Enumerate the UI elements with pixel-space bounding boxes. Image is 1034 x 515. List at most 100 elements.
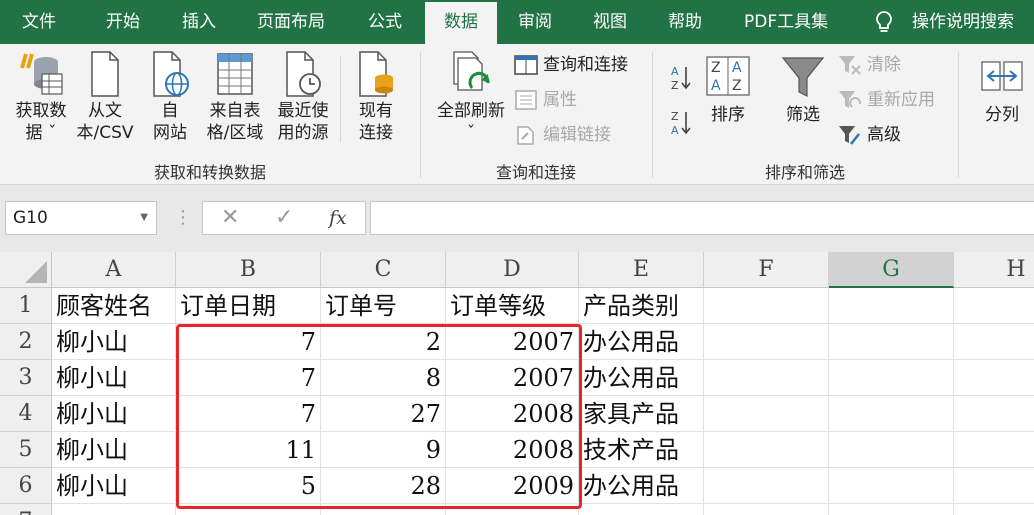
tab-insert[interactable]: 插入 — [182, 0, 216, 44]
cell-g7[interactable] — [829, 504, 954, 515]
edit-links-button[interactable]: 编辑链接 — [514, 124, 611, 146]
tab-page-layout[interactable]: 页面布局 — [257, 0, 325, 44]
sort-ascending-button[interactable]: A Z — [670, 64, 692, 92]
cell-h7[interactable] — [954, 504, 1034, 515]
from-table-range-button[interactable]: 来自表 格/区域 — [202, 50, 268, 144]
tab-file[interactable]: 文件 — [22, 0, 56, 44]
cell-d7[interactable] — [446, 504, 579, 515]
cell-h1[interactable] — [954, 288, 1034, 324]
text-to-columns-button[interactable]: 分列 — [974, 56, 1030, 126]
reapply-button[interactable]: 重新应用 — [838, 89, 935, 111]
cell-g6[interactable] — [829, 468, 954, 504]
cell-c5[interactable]: 9 — [321, 432, 446, 468]
cell-e4[interactable]: 家具产品 — [579, 396, 704, 432]
cell-d1[interactable]: 订单等级 — [446, 288, 579, 324]
cell-f2[interactable] — [704, 324, 829, 360]
tab-review[interactable]: 审阅 — [518, 0, 552, 44]
cell-e1[interactable]: 产品类别 — [579, 288, 704, 324]
cell-c4[interactable]: 27 — [321, 396, 446, 432]
cell-b3[interactable]: 7 — [176, 360, 321, 396]
cell-b5[interactable]: 11 — [176, 432, 321, 468]
column-header-g[interactable]: G — [829, 252, 954, 288]
cell-d3[interactable]: 2007 — [446, 360, 579, 396]
cancel-icon[interactable]: ✕ — [221, 202, 239, 234]
get-data-button[interactable]: 获取数 据 ˇ — [10, 50, 72, 144]
column-header-b[interactable]: B — [176, 252, 321, 288]
tell-me-search[interactable]: 操作说明搜索 — [912, 0, 1014, 44]
cell-h2[interactable] — [954, 324, 1034, 360]
cell-f7[interactable] — [704, 504, 829, 515]
tab-pdf-tools[interactable]: PDF工具集 — [744, 0, 828, 44]
sort-descending-button[interactable]: Z A — [670, 109, 692, 137]
cell-a5[interactable]: 柳小山 — [52, 432, 176, 468]
insert-function-icon[interactable]: fx — [329, 202, 347, 234]
cell-c1[interactable]: 订单号 — [321, 288, 446, 324]
row-header-1[interactable]: 1 — [0, 288, 52, 324]
cell-d2[interactable]: 2007 — [446, 324, 579, 360]
spreadsheet-grid[interactable]: A B C D E F G H 1 2 3 4 5 6 7 顾客姓名订单日期订单… — [0, 252, 1034, 515]
cell-g4[interactable] — [829, 396, 954, 432]
cell-h4[interactable] — [954, 396, 1034, 432]
clear-filter-button[interactable]: 清除 — [838, 54, 901, 76]
refresh-all-button[interactable]: 全部刷新 ˇ — [430, 50, 512, 144]
row-header-7[interactable]: 7 — [0, 504, 52, 515]
row-header-6[interactable]: 6 — [0, 468, 52, 504]
cell-e3[interactable]: 办公用品 — [579, 360, 704, 396]
cell-d4[interactable]: 2008 — [446, 396, 579, 432]
from-text-csv-button[interactable]: 从文 本/CSV — [74, 50, 136, 144]
cell-f3[interactable] — [704, 360, 829, 396]
column-header-a[interactable]: A — [52, 252, 176, 288]
cell-f1[interactable] — [704, 288, 829, 324]
row-header-2[interactable]: 2 — [0, 324, 52, 360]
cell-e2[interactable]: 办公用品 — [579, 324, 704, 360]
cell-d5[interactable]: 2008 — [446, 432, 579, 468]
cell-g2[interactable] — [829, 324, 954, 360]
cell-e7[interactable] — [579, 504, 704, 515]
cell-b7[interactable] — [176, 504, 321, 515]
cell-a1[interactable]: 顾客姓名 — [52, 288, 176, 324]
cell-e5[interactable]: 技术产品 — [579, 432, 704, 468]
column-header-e[interactable]: E — [579, 252, 704, 288]
column-header-f[interactable]: F — [704, 252, 829, 288]
cell-g3[interactable] — [829, 360, 954, 396]
row-header-3[interactable]: 3 — [0, 360, 52, 396]
column-header-h[interactable]: H — [954, 252, 1034, 288]
enter-check-icon[interactable]: ✓ — [275, 202, 293, 234]
row-header-4[interactable]: 4 — [0, 396, 52, 432]
cell-f6[interactable] — [704, 468, 829, 504]
formula-input[interactable] — [370, 201, 1034, 235]
column-header-c[interactable]: C — [321, 252, 446, 288]
cell-b1[interactable]: 订单日期 — [176, 288, 321, 324]
cell-g5[interactable] — [829, 432, 954, 468]
cell-h5[interactable] — [954, 432, 1034, 468]
cell-b2[interactable]: 7 — [176, 324, 321, 360]
column-header-d[interactable]: D — [446, 252, 579, 288]
sort-button[interactable]: ZA AZ 排序 — [702, 56, 754, 126]
cell-d6[interactable]: 2009 — [446, 468, 579, 504]
cell-h3[interactable] — [954, 360, 1034, 396]
cell-b4[interactable]: 7 — [176, 396, 321, 432]
cell-e6[interactable]: 办公用品 — [579, 468, 704, 504]
cell-f4[interactable] — [704, 396, 829, 432]
from-web-button[interactable]: 自 网站 — [144, 50, 196, 144]
recent-sources-button[interactable]: 最近使 用的源 — [270, 50, 336, 144]
tab-home[interactable]: 开始 — [106, 0, 140, 44]
cell-h6[interactable] — [954, 468, 1034, 504]
cell-a7[interactable] — [52, 504, 176, 515]
advanced-filter-button[interactable]: 高级 — [838, 124, 901, 146]
filter-button[interactable]: 筛选 — [778, 56, 828, 126]
chevron-down-icon[interactable]: ▼ — [140, 202, 148, 234]
properties-button[interactable]: 属性 — [514, 89, 577, 111]
tab-formulas[interactable]: 公式 — [368, 0, 402, 44]
lightbulb-icon[interactable] — [874, 10, 894, 34]
cell-c3[interactable]: 8 — [321, 360, 446, 396]
cell-c6[interactable]: 28 — [321, 468, 446, 504]
queries-connections-button[interactable]: 查询和连接 — [514, 54, 628, 76]
cell-a2[interactable]: 柳小山 — [52, 324, 176, 360]
cell-g1[interactable] — [829, 288, 954, 324]
cell-c7[interactable] — [321, 504, 446, 515]
cell-c2[interactable]: 2 — [321, 324, 446, 360]
cell-a4[interactable]: 柳小山 — [52, 396, 176, 432]
cell-a6[interactable]: 柳小山 — [52, 468, 176, 504]
cell-b6[interactable]: 5 — [176, 468, 321, 504]
